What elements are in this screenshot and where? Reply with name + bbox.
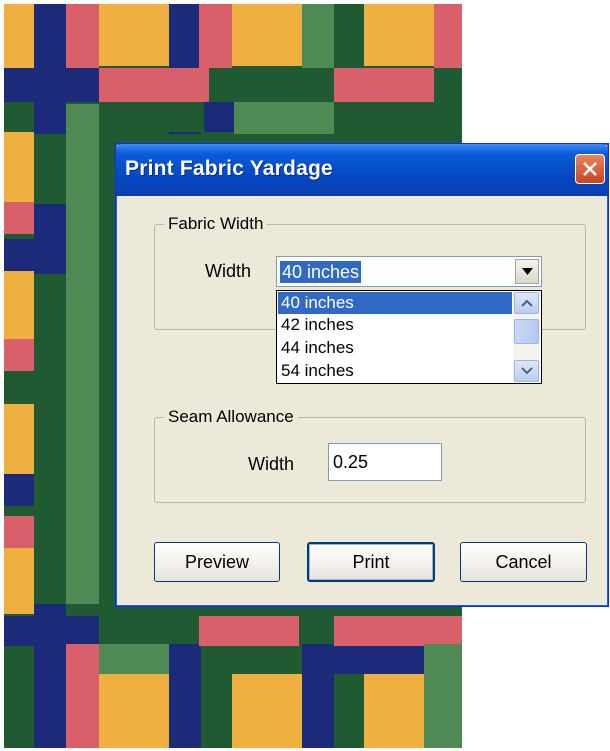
- quilt-strip: [4, 339, 34, 371]
- quilt-strip: [4, 404, 34, 474]
- quilt-strip: [99, 102, 204, 132]
- quilt-strip: [302, 4, 334, 68]
- quilt-strip: [334, 102, 462, 134]
- scroll-down-button[interactable]: [514, 360, 539, 382]
- quilt-strip: [99, 68, 209, 102]
- quilt-strip: [424, 644, 462, 748]
- quilt-strip: [99, 4, 169, 66]
- quilt-strip: [434, 68, 462, 102]
- seam-allowance-group-label: Seam Allowance: [164, 407, 298, 427]
- quilt-strip: [66, 4, 99, 68]
- preview-button[interactable]: Preview: [154, 542, 280, 582]
- dialog-title: Print Fabric Yardage: [125, 157, 333, 180]
- quilt-strip: [66, 644, 99, 748]
- quilt-strip: [34, 204, 66, 274]
- print-fabric-yardage-dialog: Print Fabric Yardage Fabric Width Width …: [115, 143, 609, 607]
- option-42-inches[interactable]: 42 inches: [278, 314, 512, 336]
- quilt-strip: [34, 304, 66, 604]
- quilt-strip: [34, 134, 66, 204]
- quilt-strip: [99, 674, 169, 748]
- cancel-button[interactable]: Cancel: [460, 542, 587, 582]
- dropdown-scrollbar[interactable]: [513, 292, 540, 382]
- quilt-strip: [4, 239, 34, 271]
- quilt-strip: [199, 4, 232, 68]
- quilt-strip: [99, 644, 169, 674]
- quilt-strip: [302, 644, 334, 748]
- quilt-strip: [4, 616, 99, 646]
- fabric-width-combobox[interactable]: 40 inches: [276, 256, 542, 287]
- quilt-strip: [4, 474, 34, 506]
- quilt-strip: [4, 202, 34, 234]
- print-button[interactable]: Print: [307, 542, 435, 582]
- quilt-strip: [434, 4, 462, 68]
- quilt-strip: [4, 516, 34, 548]
- quilt-strip: [334, 616, 462, 646]
- quilt-strip: [199, 616, 299, 646]
- quilt-strip: [234, 102, 334, 134]
- quilt-strip: [4, 544, 34, 614]
- fabric-width-group-label: Fabric Width: [164, 214, 268, 234]
- fabric-width-dropdown-list[interactable]: 40 inches 42 inches 44 inches 54 inches: [276, 290, 542, 384]
- title-bar[interactable]: Print Fabric Yardage: [116, 144, 608, 196]
- quilt-strip: [169, 644, 201, 748]
- close-button[interactable]: [575, 154, 605, 184]
- option-44-inches[interactable]: 44 inches: [278, 337, 512, 359]
- fabric-width-selected-value: 40 inches: [280, 261, 362, 283]
- chevron-down-icon: [522, 268, 533, 275]
- scroll-up-button[interactable]: [514, 292, 539, 314]
- quilt-strip: [232, 4, 302, 66]
- option-40-inches[interactable]: 40 inches: [278, 292, 512, 314]
- quilt-strip: [232, 674, 302, 748]
- fabric-width-label: Width: [205, 261, 252, 281]
- seam-allowance-input[interactable]: [328, 443, 442, 481]
- dropdown-button[interactable]: [515, 259, 539, 284]
- quilt-strip: [4, 4, 34, 68]
- close-icon: [583, 162, 597, 176]
- chevron-up-icon: [521, 299, 533, 307]
- scroll-thumb[interactable]: [514, 319, 539, 344]
- chevron-down-icon: [521, 367, 533, 375]
- quilt-strip: [364, 4, 434, 66]
- quilt-strip: [334, 644, 424, 674]
- quilt-strip: [4, 68, 99, 102]
- quilt-strip: [66, 104, 99, 604]
- option-54-inches[interactable]: 54 inches: [278, 360, 512, 382]
- quilt-strip: [4, 132, 34, 202]
- seam-allowance-width-label: Width: [248, 454, 295, 474]
- quilt-strip: [4, 269, 34, 339]
